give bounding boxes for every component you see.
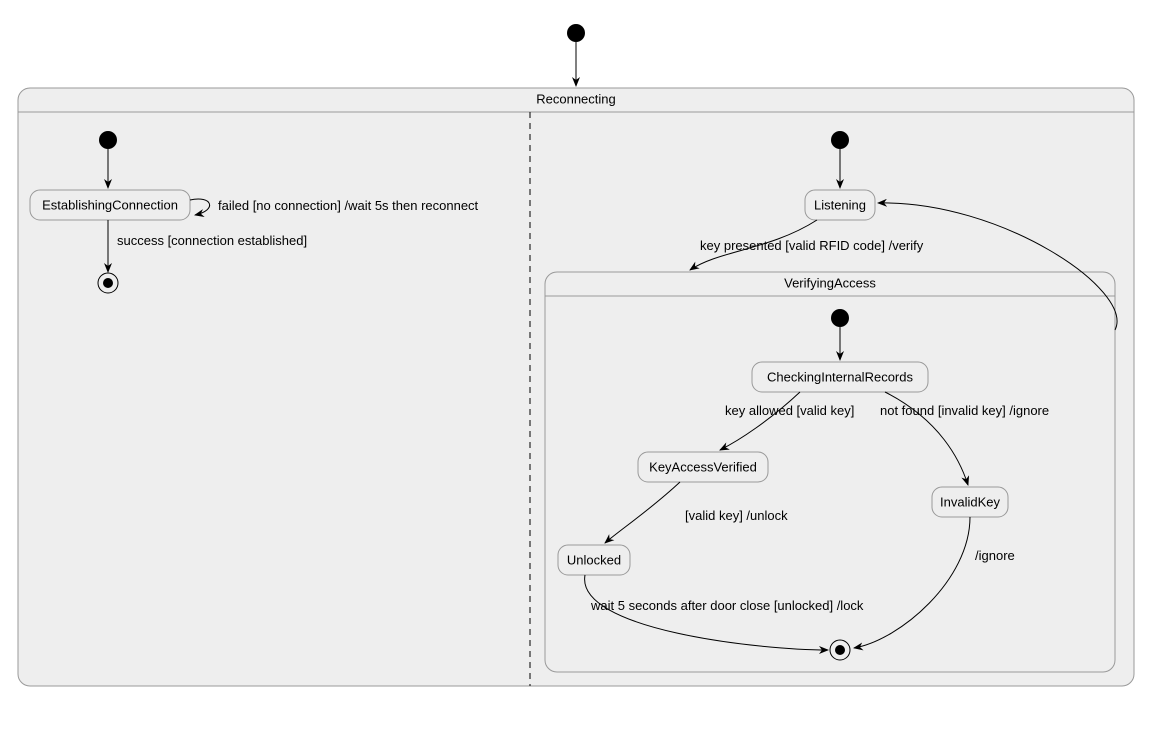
checking-label: CheckingInternalRecords — [767, 369, 913, 384]
keyaccess-label: KeyAccessVerified — [649, 459, 757, 474]
final-verify-inner — [835, 645, 845, 655]
ignore-label: /ignore — [975, 548, 1015, 563]
initial-left — [99, 131, 117, 149]
verifying-access-title: VerifyingAccess — [784, 275, 876, 290]
state-diagram: Reconnecting EstablishingConnection fail… — [0, 0, 1152, 736]
listening-label: Listening — [814, 197, 866, 212]
success-label: success [connection established] — [117, 233, 307, 248]
reconnecting-title: Reconnecting — [536, 91, 616, 106]
establishing-connection-label: EstablishingConnection — [42, 197, 178, 212]
initial-pseudostate-top — [567, 24, 585, 42]
self-loop-label: failed [no connection] /wait 5s then rec… — [218, 198, 479, 213]
key-presented-label: key presented [valid RFID code] /verify — [700, 238, 924, 253]
final-left-inner — [103, 278, 113, 288]
initial-right — [831, 131, 849, 149]
initial-verify — [831, 309, 849, 327]
unlocked-label: Unlocked — [567, 552, 621, 567]
key-allowed-label: key allowed [valid key] — [725, 403, 854, 418]
invalidkey-label: InvalidKey — [940, 494, 1000, 509]
valid-key-unlock-label: [valid key] /unlock — [685, 508, 788, 523]
not-found-label: not found [invalid key] /ignore — [880, 403, 1049, 418]
wait-lock-label: wait 5 seconds after door close [unlocke… — [590, 598, 864, 613]
